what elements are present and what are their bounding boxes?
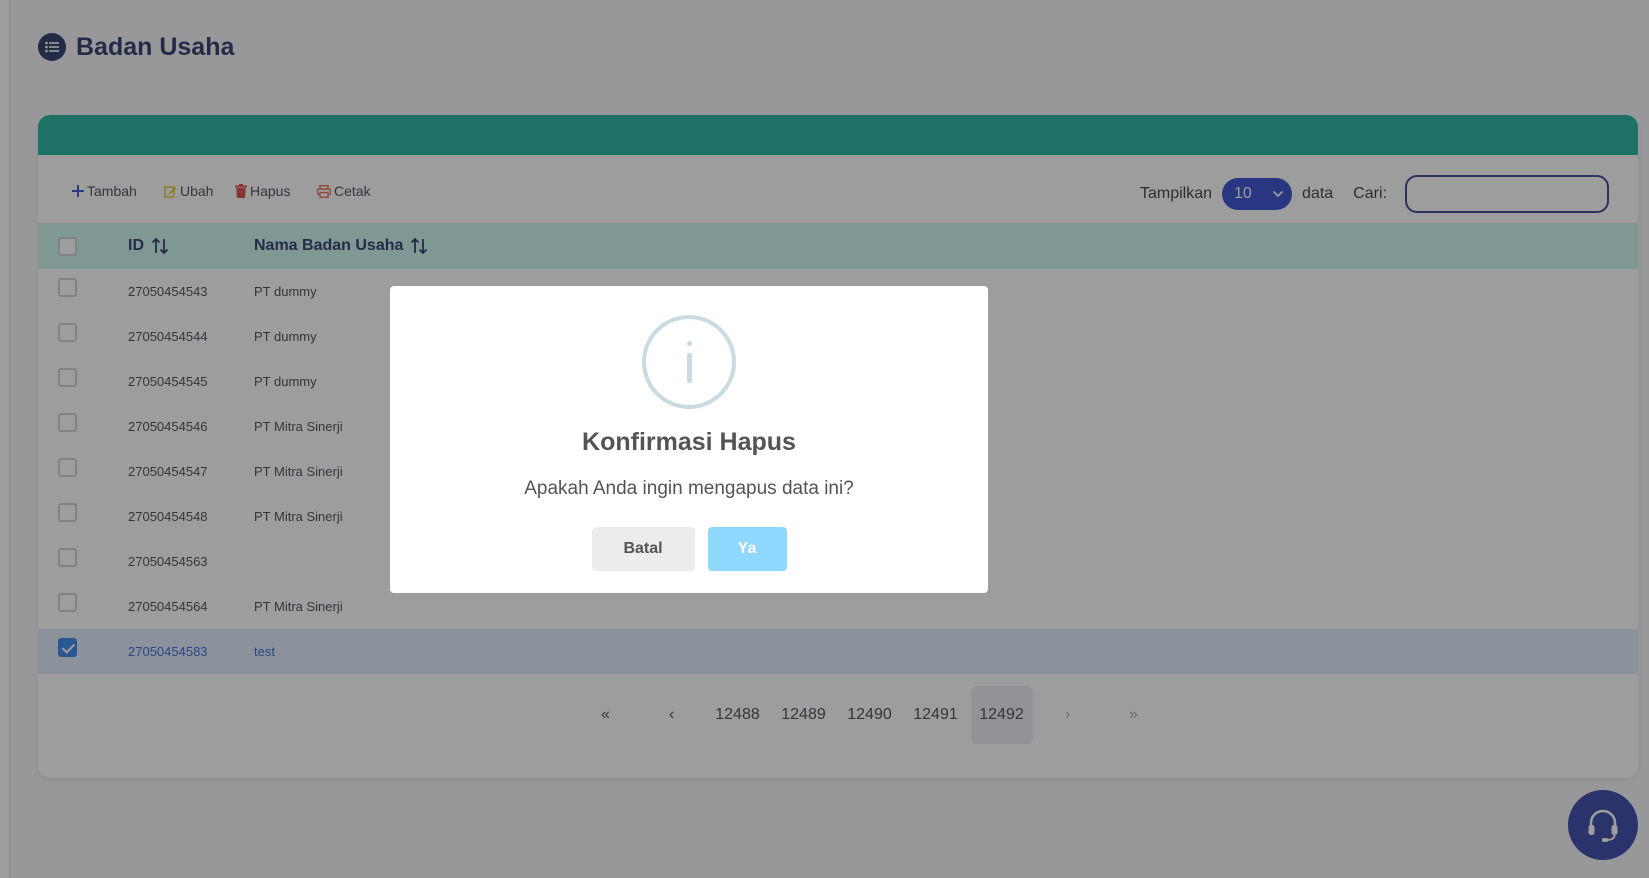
confirm-delete-dialog: Konfirmasi Hapus Apakah Anda ingin menga… bbox=[390, 286, 988, 593]
confirm-button[interactable]: Ya bbox=[707, 527, 787, 571]
info-icon bbox=[642, 315, 736, 409]
dialog-actions: Batal Ya bbox=[390, 527, 988, 571]
dialog-title: Konfirmasi Hapus bbox=[582, 428, 796, 456]
dialog-message: Apakah Anda ingin mengapus data ini? bbox=[524, 478, 854, 499]
cancel-button[interactable]: Batal bbox=[591, 527, 695, 571]
